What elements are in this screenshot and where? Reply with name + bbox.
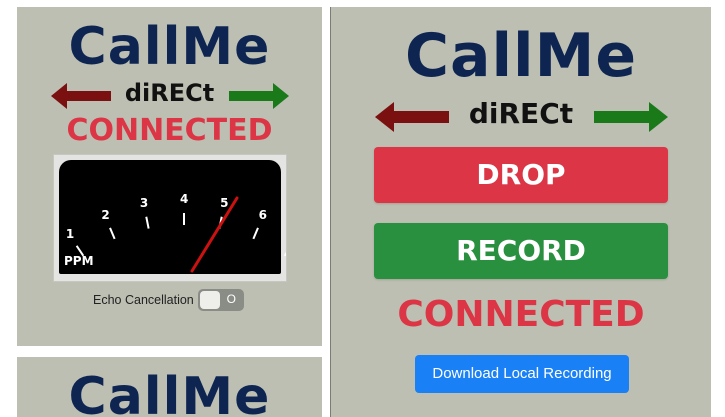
ppm-gauge: 1234567 PPM — [53, 154, 287, 282]
gauge-tick-label: 3 — [140, 196, 148, 210]
record-button[interactable]: RECORD — [374, 223, 668, 279]
gauge-needle — [190, 196, 239, 273]
gauge-tick — [109, 227, 116, 240]
connection-status-large: CONNECTED — [397, 294, 645, 335]
echo-cancellation-label: Echo Cancellation — [93, 293, 194, 307]
arrow-right-icon — [229, 83, 289, 109]
gauge-tick — [252, 227, 259, 240]
arrow-right-icon — [594, 102, 668, 132]
gauge-tick-label: 4 — [180, 192, 188, 206]
left-panel: CallMe diRECt CONNECTED 1234567 PPM Echo… — [17, 7, 322, 346]
brand-title-large: CallMe — [404, 21, 638, 91]
gauge-svg: 1234567 PPM — [64, 192, 286, 273]
gauge-unit-label: PPM — [64, 254, 94, 268]
gauge-tick-label: 1 — [66, 227, 74, 241]
echo-cancellation-toggle[interactable]: O — [198, 289, 244, 311]
toggle-knob — [200, 291, 220, 309]
gauge-tick-label: 2 — [101, 208, 109, 222]
echo-cancellation-row: Echo Cancellation O — [17, 288, 322, 312]
brand-tagline-row: diRECt — [17, 81, 322, 111]
brand-tagline-row-large: diRECt — [331, 100, 711, 134]
left-panel-secondary: CallMe — [17, 357, 322, 417]
gauge-tick-label: 6 — [259, 208, 267, 222]
right-panel: CallMe diRECt DROP RECORD CONNECTED Down… — [330, 7, 711, 417]
connection-status: CONNECTED — [66, 113, 273, 148]
gauge-tick — [283, 251, 286, 257]
drop-button[interactable]: DROP — [374, 147, 668, 203]
brand-title: CallMe — [68, 17, 271, 77]
download-local-recording-button[interactable]: Download Local Recording — [415, 355, 629, 393]
gauge-tick-label: 5 — [220, 196, 228, 210]
gauge-tick — [145, 216, 150, 229]
brand-title-secondary: CallMe — [68, 367, 271, 417]
toggle-state-text: O — [226, 292, 236, 306]
